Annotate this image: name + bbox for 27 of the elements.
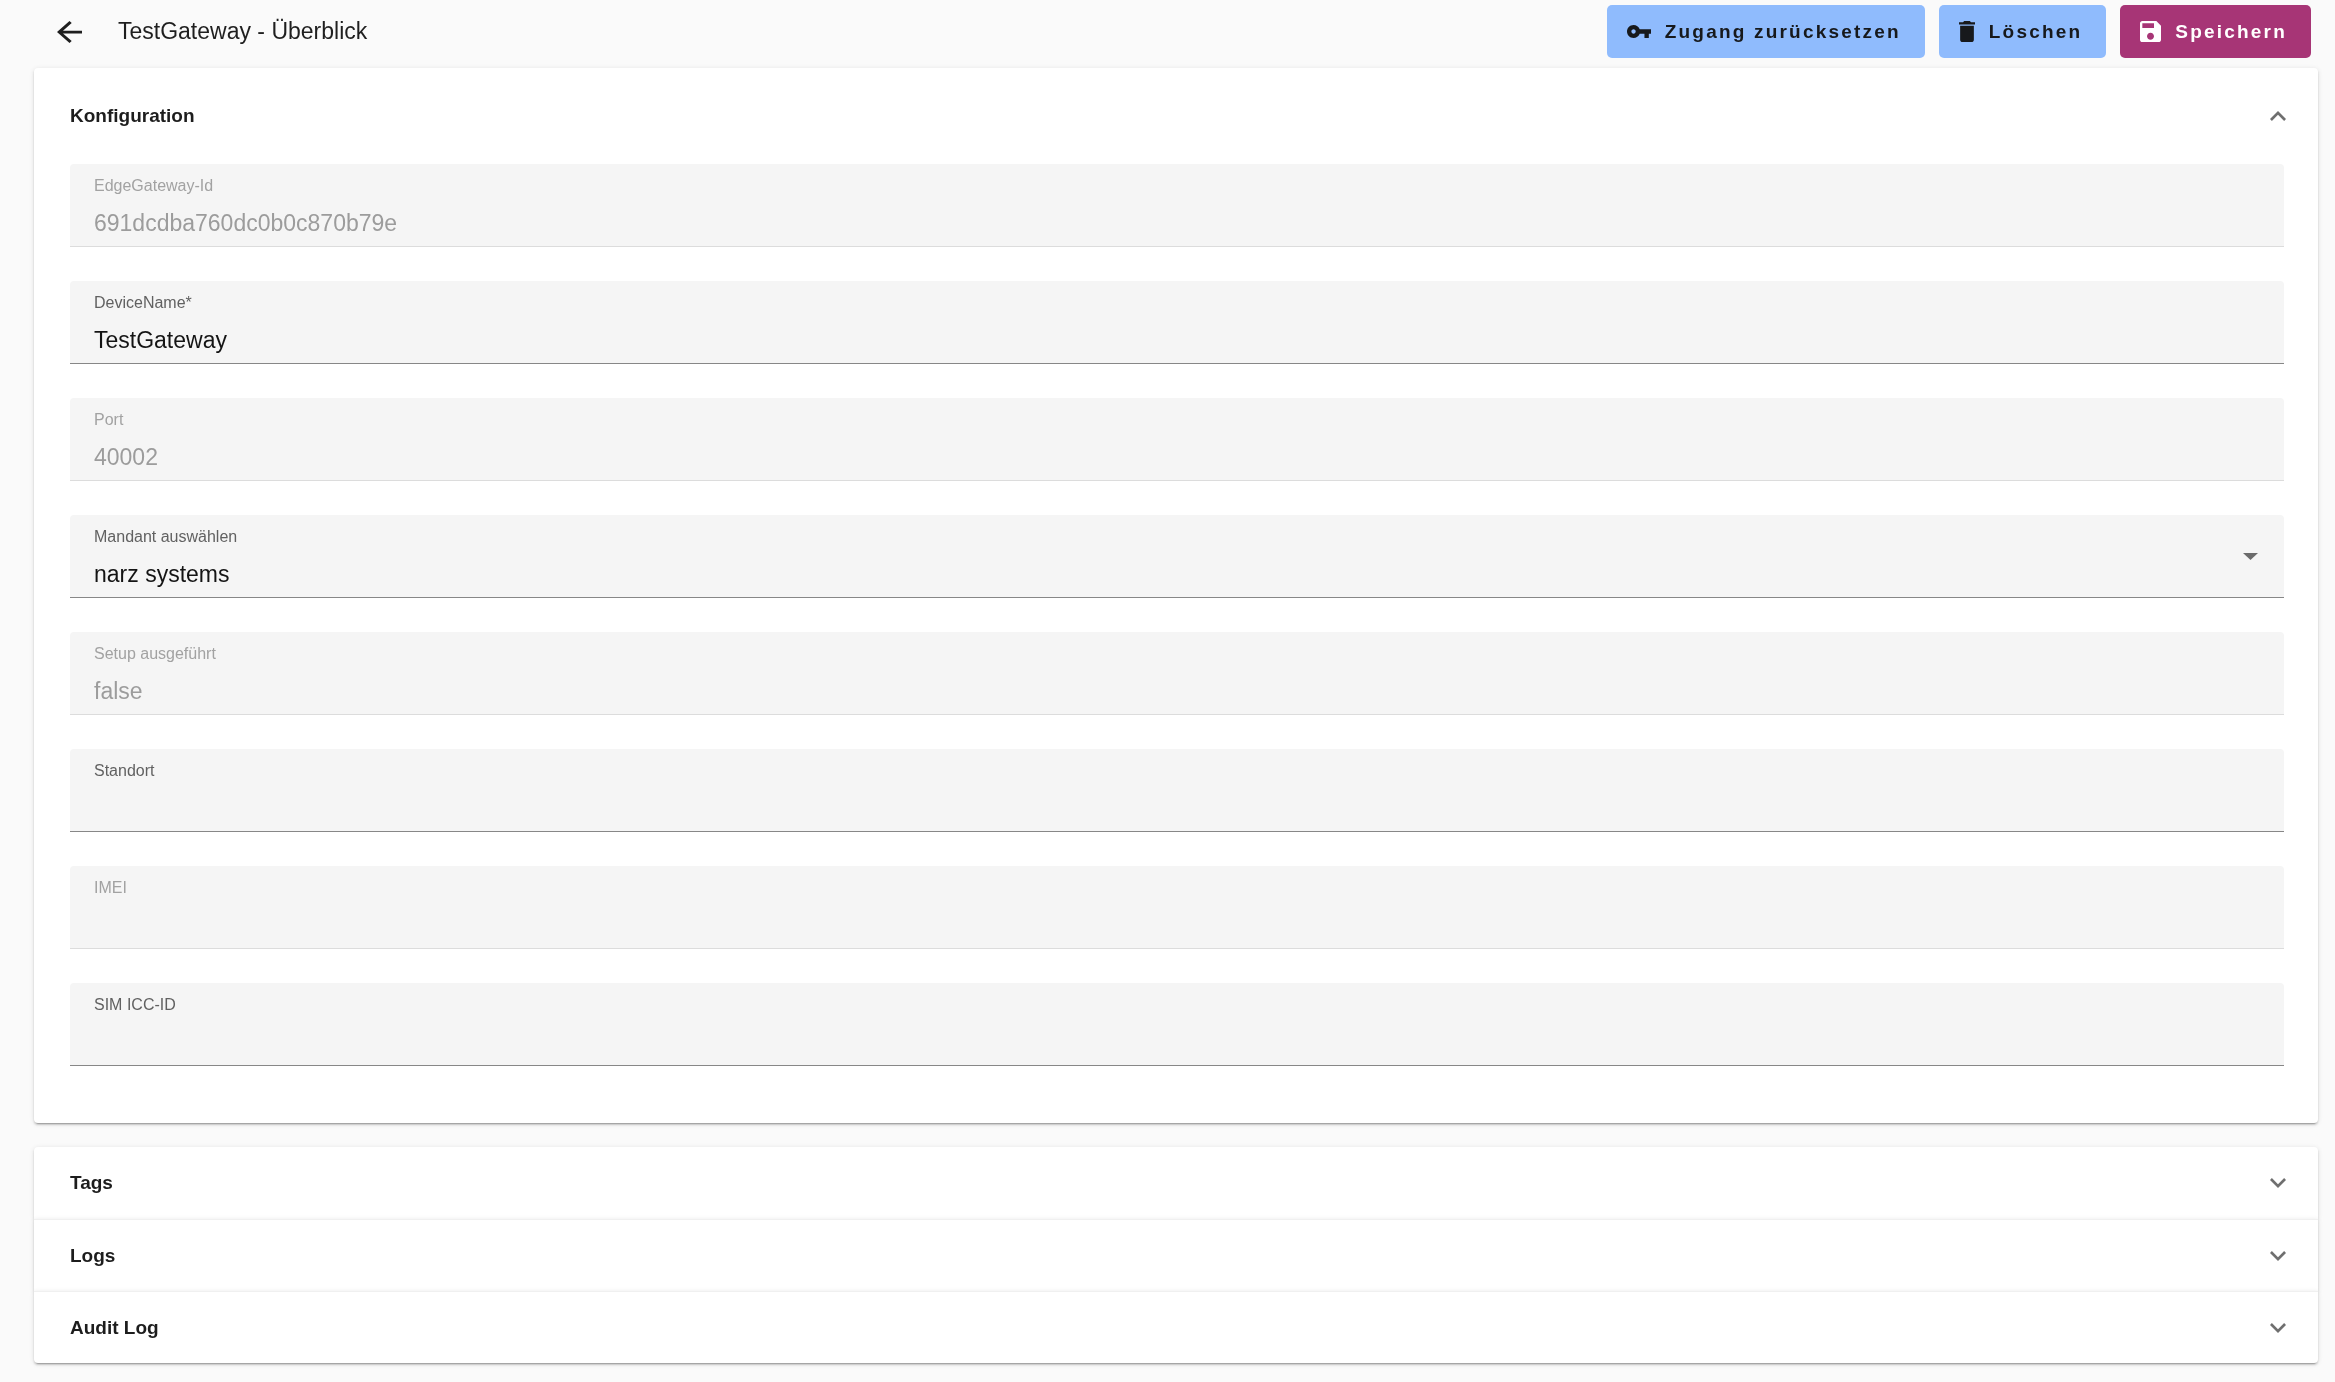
key-icon	[1626, 25, 1651, 38]
save-button[interactable]: Speichern	[2120, 5, 2311, 58]
field-label: EdgeGateway-Id	[94, 177, 214, 195]
field-label: DeviceName*	[94, 294, 192, 312]
reset-access-button[interactable]: Zugang zurücksetzen	[1606, 5, 1925, 58]
panel-header[interactable]: Audit Log	[34, 1292, 2318, 1363]
chevron-down-icon	[2270, 1322, 2286, 1333]
trash-icon	[1958, 21, 1975, 42]
text-field[interactable]	[70, 983, 2284, 1066]
text-field[interactable]	[70, 749, 2284, 832]
delete-button[interactable]: Löschen	[1938, 5, 2107, 58]
field-label: Setup ausgeführt	[94, 645, 216, 663]
chevron-down-icon	[2270, 1178, 2286, 1188]
arrow-left-icon	[57, 20, 82, 43]
chevron-up-icon	[2270, 111, 2286, 121]
chevron-down-icon	[2270, 1250, 2286, 1261]
field-label: IMEI	[94, 879, 127, 897]
back-button[interactable]	[57, 20, 82, 43]
panel-header[interactable]: Logs	[34, 1220, 2318, 1291]
caret-down-icon	[2243, 553, 2258, 560]
panel-header[interactable]: Konfiguration	[34, 68, 2318, 164]
field-label: Mandant auswählen	[94, 528, 238, 546]
field-label: SIM ICC-ID	[94, 996, 176, 1014]
field-label: Port	[94, 411, 124, 429]
page-title: TestGateway - Überblick	[118, 18, 368, 45]
field-label: Standort	[94, 762, 155, 780]
panel-header[interactable]: Tags	[34, 1147, 2318, 1219]
